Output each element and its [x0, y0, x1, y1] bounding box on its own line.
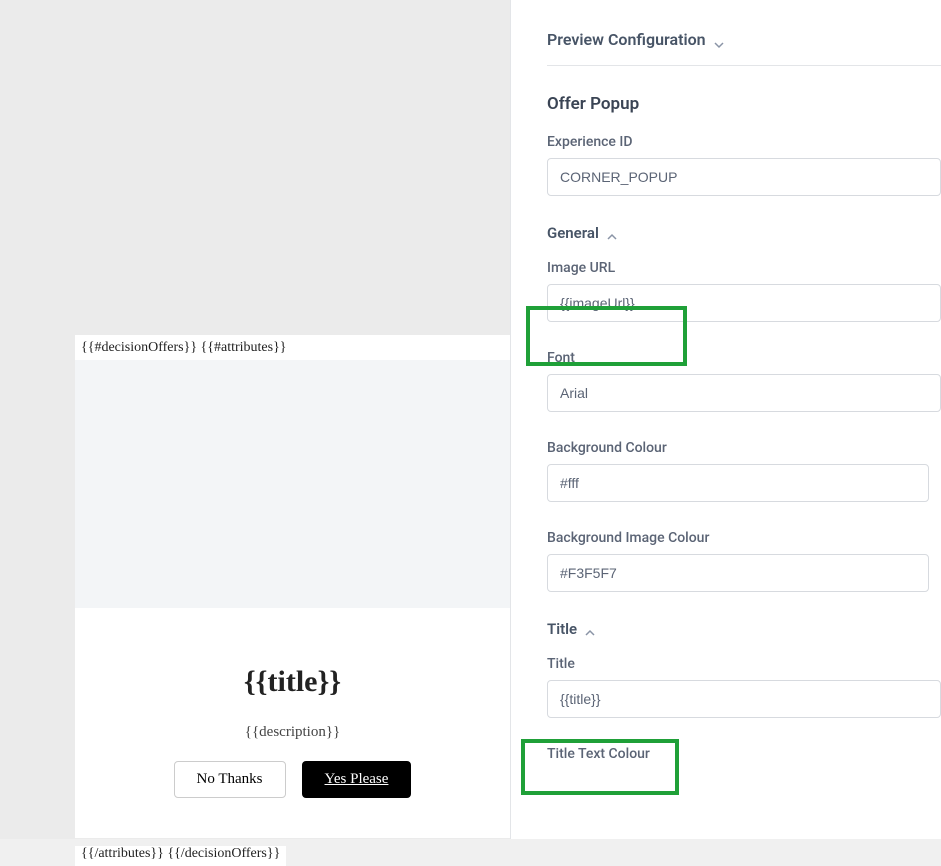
background-colour-group: Background Colour — [547, 440, 941, 502]
title-text-colour-group: Title Text Colour — [547, 746, 941, 762]
preview-description: {{description}} — [75, 724, 510, 741]
title-group: Title — [547, 656, 941, 718]
no-thanks-button[interactable]: No Thanks — [174, 761, 286, 798]
font-label: Font — [547, 350, 941, 366]
preview-configuration-label: Preview Configuration — [547, 30, 706, 49]
experience-id-input[interactable] — [547, 158, 941, 196]
preview-configuration-header[interactable]: Preview Configuration — [547, 30, 941, 65]
background-colour-input[interactable] — [547, 464, 929, 502]
background-image-colour-input[interactable] — [547, 554, 929, 592]
yes-please-button[interactable]: Yes Please — [302, 761, 412, 798]
title-section-label: Title — [547, 620, 577, 638]
image-url-group: Image URL — [547, 260, 941, 322]
preview-panel: {{#decisionOffers}} {{#attributes}} {{ti… — [0, 0, 510, 839]
template-footer-text: {{/attributes}} {{/decisionOffers}} — [75, 846, 286, 866]
title-input[interactable] — [547, 680, 941, 718]
experience-id-group: Experience ID — [547, 134, 941, 196]
preview-title: {{title}} — [75, 665, 510, 699]
image-url-input[interactable] — [547, 284, 941, 322]
offer-popup-title: Offer Popup — [547, 94, 941, 114]
preview-card: {{#decisionOffers}} {{#attributes}} {{ti… — [75, 335, 510, 838]
general-section-label: General — [547, 224, 599, 242]
chevron-up-icon — [607, 228, 617, 238]
preview-buttons: No Thanks Yes Please — [75, 761, 510, 838]
background-image-colour-group: Background Image Colour — [547, 530, 941, 592]
title-label: Title — [547, 656, 941, 672]
title-section-header[interactable]: Title — [547, 620, 941, 638]
title-text-colour-label: Title Text Colour — [547, 746, 941, 762]
font-group: Font — [547, 350, 941, 412]
divider — [547, 65, 941, 66]
background-colour-label: Background Colour — [547, 440, 941, 456]
experience-id-label: Experience ID — [547, 134, 941, 150]
font-input[interactable] — [547, 374, 941, 412]
configuration-panel: Preview Configuration Offer Popup Experi… — [510, 0, 941, 839]
image-url-label: Image URL — [547, 260, 941, 276]
general-section-header[interactable]: General — [547, 224, 941, 242]
background-image-colour-label: Background Image Colour — [547, 530, 941, 546]
chevron-up-icon — [585, 624, 595, 634]
chevron-down-icon — [714, 35, 724, 45]
template-header-text: {{#decisionOffers}} {{#attributes}} — [75, 335, 510, 360]
preview-image-area — [75, 360, 510, 608]
